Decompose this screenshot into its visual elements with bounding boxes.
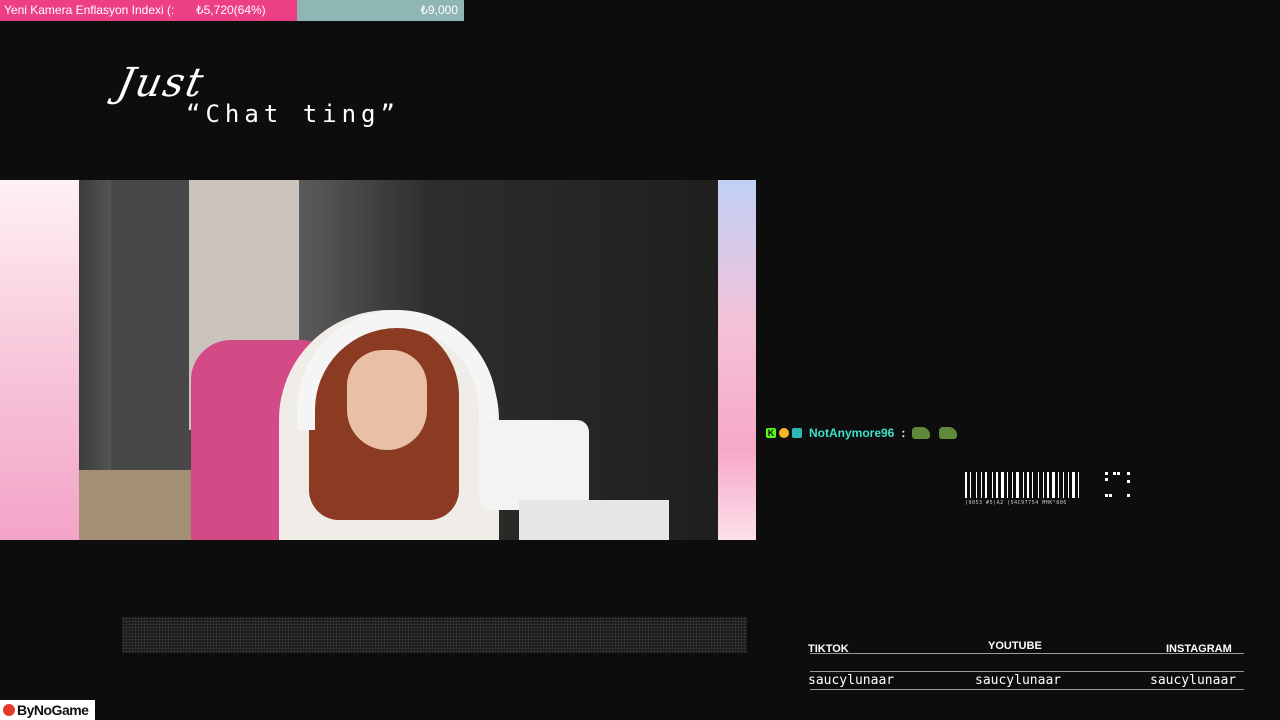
barcode-stripe xyxy=(1076,472,1077,498)
frog-emote-icon xyxy=(912,427,931,439)
barcode-stripe xyxy=(1070,472,1071,498)
barcode-stripe xyxy=(970,472,971,498)
barcode-stripe xyxy=(1007,472,1008,498)
barcode-stripe xyxy=(1016,472,1019,498)
barcode-stripe xyxy=(1038,472,1039,498)
barcode-stripe xyxy=(1027,472,1029,498)
barcode-stripe xyxy=(1005,472,1006,498)
webcam-microphone xyxy=(479,420,589,510)
frog-emote-icon xyxy=(939,427,958,439)
barcode-stripe xyxy=(1012,472,1013,498)
barcode-stripe xyxy=(1050,472,1051,498)
barcode-stripe xyxy=(983,472,984,498)
gold-badge-icon xyxy=(779,428,789,438)
barcode-stripe xyxy=(1030,472,1031,498)
social-divider-bottom xyxy=(810,689,1244,690)
barcode-stripe xyxy=(1072,472,1075,498)
barcode-stripe xyxy=(1034,472,1037,498)
webcam-mic-arm xyxy=(519,500,669,540)
youtube-label: YOUTUBE xyxy=(988,640,1042,652)
barcode-stripe xyxy=(1025,472,1026,498)
tiktok-handle: saucylunaar xyxy=(808,673,895,688)
bynogame-watermark: ByNoGame xyxy=(0,700,95,720)
barcode-stripe xyxy=(1060,472,1062,498)
donation-goal-bar: Yeni Kamera Enflasyon Indexi (: ₺5,720(6… xyxy=(0,0,464,21)
barcode-stripe xyxy=(1065,472,1067,498)
instagram-handle: saucylunaar xyxy=(1150,673,1237,688)
barcode-stripe xyxy=(988,472,991,498)
barcode-stripe xyxy=(1068,472,1069,498)
barcode-stripe xyxy=(1056,472,1057,498)
barcode-stripe xyxy=(976,472,977,498)
barcode-stripe xyxy=(1020,472,1022,498)
webcam-background-door xyxy=(111,180,201,480)
camera-frame xyxy=(0,180,756,540)
barcode-stripe xyxy=(1043,472,1044,498)
barcode-stripe xyxy=(1045,472,1046,498)
barcode-stripe xyxy=(996,472,998,498)
barcode-stripe xyxy=(965,472,967,498)
barcode-text: (9053 #5)A2 )54C97754 MHK°806 xyxy=(965,500,1067,506)
barcode-stripe xyxy=(992,472,993,498)
title-chatting: “Chat ting” xyxy=(186,100,400,128)
barcode-stripe xyxy=(1014,472,1015,498)
bynogame-logo-icon xyxy=(3,704,15,716)
barcode-stripe xyxy=(968,472,969,498)
barcode-stripe xyxy=(978,472,980,498)
social-divider-middle xyxy=(810,671,1244,672)
social-divider-top xyxy=(810,653,1244,654)
kick-badge-icon: K xyxy=(766,428,776,438)
youtube-handle: saucylunaar xyxy=(975,673,1062,688)
barcode-stripe xyxy=(981,472,982,498)
barcode-stripe xyxy=(1001,472,1004,498)
barcode-stripe xyxy=(1058,472,1059,498)
chat-username[interactable]: NotAnymore96 xyxy=(809,426,894,440)
barcode-stripe xyxy=(994,472,995,498)
barcode-stripe xyxy=(1047,472,1049,498)
camera-frame-right-gradient xyxy=(718,180,756,540)
sub-badge-icon xyxy=(792,428,802,438)
webcam-feed xyxy=(79,180,718,540)
barcode-stripe xyxy=(1023,472,1024,498)
barcode-stripe xyxy=(1078,472,1079,498)
goal-current-amount: ₺5,720(64%) xyxy=(196,3,266,17)
chat-message: K NotAnymore96 : xyxy=(766,425,963,441)
barcode-stripe xyxy=(972,472,975,498)
goal-title: Yeni Kamera Enflasyon Indexi (: xyxy=(4,3,175,17)
barcode-stripe xyxy=(1063,472,1064,498)
barcode-stripe xyxy=(1080,472,1082,498)
barcode-stripe xyxy=(1040,472,1042,498)
barcode-stripe xyxy=(1032,472,1033,498)
goal-target-amount: ₺9,000 xyxy=(420,3,458,17)
barcode-stripe xyxy=(1009,472,1011,498)
barcode-graphic xyxy=(965,472,1091,498)
watermark-text: ByNoGame xyxy=(17,702,89,718)
barcode-stripe xyxy=(985,472,987,498)
barcode-stripe xyxy=(1052,472,1055,498)
dotted-texture-band xyxy=(122,617,747,653)
qr-dots-graphic xyxy=(1105,472,1131,500)
chat-separator: : xyxy=(901,426,906,440)
barcode-stripe xyxy=(999,472,1000,498)
